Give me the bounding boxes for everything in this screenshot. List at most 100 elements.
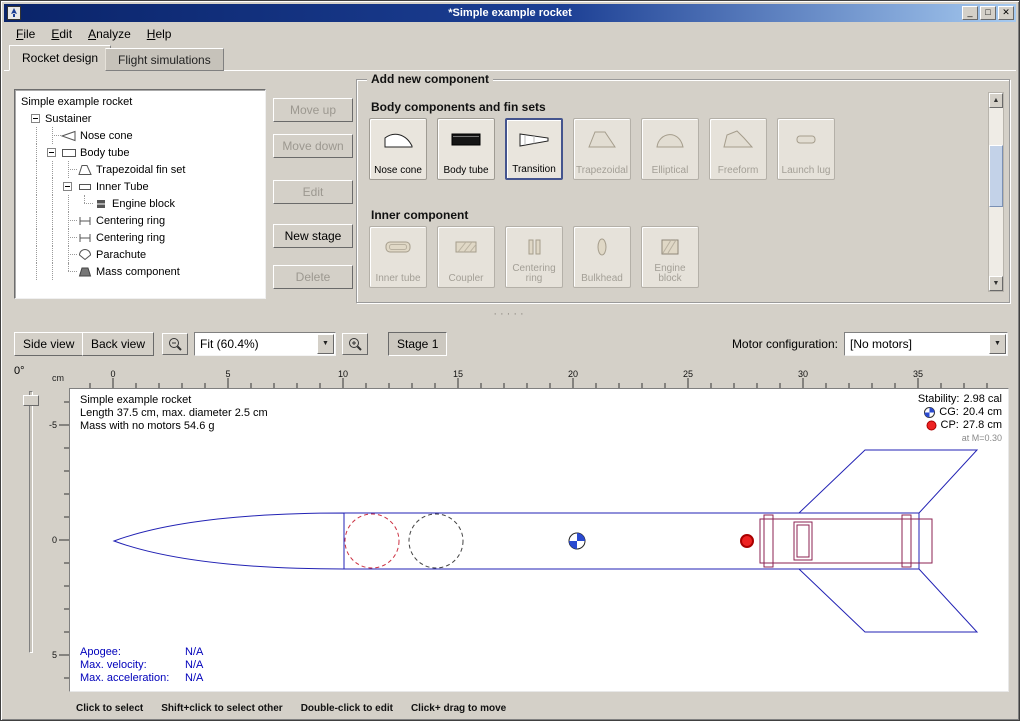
add-launch-lug-button[interactable]: Launch lug <box>777 118 835 180</box>
rotation-slider-handle[interactable] <box>23 395 39 406</box>
hint-click-select: Click to select <box>76 703 143 714</box>
collapse-toggle-icon[interactable] <box>31 114 40 123</box>
tree-item-label: Sustainer <box>45 113 91 125</box>
app-icon[interactable] <box>7 6 21 20</box>
add-nose-cone-button[interactable]: Nose cone <box>369 118 427 180</box>
tab-rocket-design-label: Rocket design <box>22 51 98 65</box>
tab-rocket-design[interactable]: Rocket design <box>9 45 111 71</box>
stage-1-toggle[interactable]: Stage 1 <box>388 332 447 356</box>
body-tube-icon <box>61 147 77 159</box>
collapse-toggle-icon[interactable] <box>47 148 56 157</box>
tree-item-label: Nose cone <box>80 130 133 142</box>
tree-item-label: Mass component <box>96 266 180 278</box>
cg-marker <box>569 533 585 549</box>
collapse-toggle-icon[interactable] <box>63 182 72 191</box>
edit-button[interactable]: Edit <box>273 180 353 204</box>
move-down-button[interactable]: Move down <box>273 134 353 158</box>
add-new-component-group: Add new component Body components and fi… <box>356 79 1010 303</box>
rocket-design-panel: Simple example rocket Sustainer Nose con… <box>4 70 1016 717</box>
zoom-select[interactable]: Fit (60.4%) ▼ <box>194 332 336 356</box>
tab-flight-simulations[interactable]: Flight simulations <box>105 48 224 71</box>
move-up-button[interactable]: Move up <box>273 98 353 122</box>
add-engine-block-button[interactable]: Engine block <box>641 226 699 288</box>
tree-item-label: Centering ring <box>96 232 165 244</box>
group-title: Add new component <box>367 72 493 86</box>
add-freeform-fin-button[interactable]: Freeform <box>709 118 767 180</box>
motor-configuration-label: Motor configuration: <box>732 337 838 351</box>
rotation-angle-label: 0° <box>14 365 25 377</box>
tree-item-inner-tube[interactable]: Inner Tube <box>17 178 263 195</box>
menu-analyze[interactable]: Analyze <box>80 25 139 43</box>
zoom-in-button[interactable] <box>342 333 368 355</box>
max-acceleration-value: N/A <box>185 672 203 684</box>
bulkhead-icon <box>584 234 620 260</box>
tree-item-body-tube[interactable]: Body tube <box>17 144 263 161</box>
side-view-button[interactable]: Side view <box>14 332 83 356</box>
scroll-down-button[interactable]: ▼ <box>989 276 1003 291</box>
menu-help[interactable]: Help <box>139 25 180 43</box>
maximize-button[interactable]: □ <box>980 6 996 20</box>
tree-item-engine-block[interactable]: Engine block <box>17 195 263 212</box>
titlebar[interactable]: *Simple example rocket _ □ ✕ <box>4 4 1016 22</box>
tree-item-mass-component[interactable]: Mass component <box>17 263 263 280</box>
tree-item-rocket[interactable]: Simple example rocket <box>17 93 263 110</box>
component-tree[interactable]: Simple example rocket Sustainer Nose con… <box>14 89 266 299</box>
motor-configuration-select[interactable]: [No motors] ▼ <box>844 332 1008 356</box>
scrollbar-thumb[interactable] <box>989 145 1003 207</box>
svg-text:25: 25 <box>683 369 693 379</box>
tree-item-fin-set[interactable]: Trapezoidal fin set <box>17 161 263 178</box>
component-scrollbar[interactable]: ▲ ▼ <box>988 92 1004 292</box>
add-elliptical-fin-button[interactable]: Elliptical <box>641 118 699 180</box>
scroll-up-button[interactable]: ▲ <box>989 93 1003 108</box>
nose-cone-icon <box>61 130 77 142</box>
tree-item-centering-ring-2[interactable]: Centering ring <box>17 229 263 246</box>
cg-label: CG: <box>939 406 959 419</box>
add-centering-ring-button[interactable]: Centering ring <box>505 226 563 288</box>
status-bar: Click to select Shift+click to select ot… <box>4 697 1016 719</box>
chevron-down-icon[interactable]: ▼ <box>317 334 334 354</box>
tree-item-nose-cone[interactable]: Nose cone <box>17 127 263 144</box>
hint-drag: Click+ drag to move <box>411 703 506 714</box>
horizontal-ruler: 05101520253035 <box>69 368 1009 388</box>
application-window: *Simple example rocket _ □ ✕ File Edit A… <box>0 0 1020 721</box>
add-inner-tube-button[interactable]: Inner tube <box>369 226 427 288</box>
cp-value: 27.8 cm <box>963 419 1002 432</box>
cp-label: CP: <box>941 419 959 432</box>
tree-item-label: Parachute <box>96 249 146 261</box>
hint-double-click: Double-click to edit <box>301 703 393 714</box>
menu-file[interactable]: File <box>8 25 43 43</box>
back-view-button[interactable]: Back view <box>82 332 154 356</box>
split-pane-divider[interactable]: ····· <box>4 309 1016 321</box>
rotation-slider-track[interactable] <box>29 391 33 653</box>
centering-ring-aft <box>902 515 911 567</box>
rocket-mass: Mass with no motors 54.6 g <box>80 420 268 433</box>
vertical-ruler: -505 <box>47 388 69 692</box>
add-coupler-button[interactable]: Coupler <box>437 226 495 288</box>
rocket-canvas[interactable]: Simple example rocket Length 37.5 cm, ma… <box>69 388 1009 692</box>
apogee-label: Apogee: <box>80 646 185 659</box>
window-title: *Simple example rocket <box>4 7 1016 19</box>
zoom-out-button[interactable] <box>162 333 188 355</box>
tree-item-centering-ring-1[interactable]: Centering ring <box>17 212 263 229</box>
add-transition-button[interactable]: Transition <box>505 118 563 180</box>
minimize-button[interactable]: _ <box>962 6 978 20</box>
centering-ring-icon <box>77 215 93 227</box>
close-button[interactable]: ✕ <box>998 6 1014 20</box>
scroll-up-icon: ▲ <box>993 97 1000 104</box>
tree-item-parachute[interactable]: Parachute <box>17 246 263 263</box>
fin-set-icon <box>77 164 93 176</box>
close-icon: ✕ <box>1002 7 1010 17</box>
body-tube-icon <box>448 126 484 152</box>
chevron-down-icon[interactable]: ▼ <box>989 334 1006 354</box>
menu-edit[interactable]: Edit <box>43 25 80 43</box>
body-tube-outline <box>344 513 919 569</box>
new-stage-button[interactable]: New stage <box>273 224 353 248</box>
hint-shift-click: Shift+click to select other <box>161 703 282 714</box>
add-bulkhead-button[interactable]: Bulkhead <box>573 226 631 288</box>
tree-item-sustainer[interactable]: Sustainer <box>17 110 263 127</box>
add-trapezoidal-fin-button[interactable]: Trapezoidal <box>573 118 631 180</box>
mach-annotation: at M=0.30 <box>918 432 1002 445</box>
add-body-tube-button[interactable]: Body tube <box>437 118 495 180</box>
delete-button[interactable]: Delete <box>273 265 353 289</box>
inner-tube-outline <box>760 519 932 563</box>
